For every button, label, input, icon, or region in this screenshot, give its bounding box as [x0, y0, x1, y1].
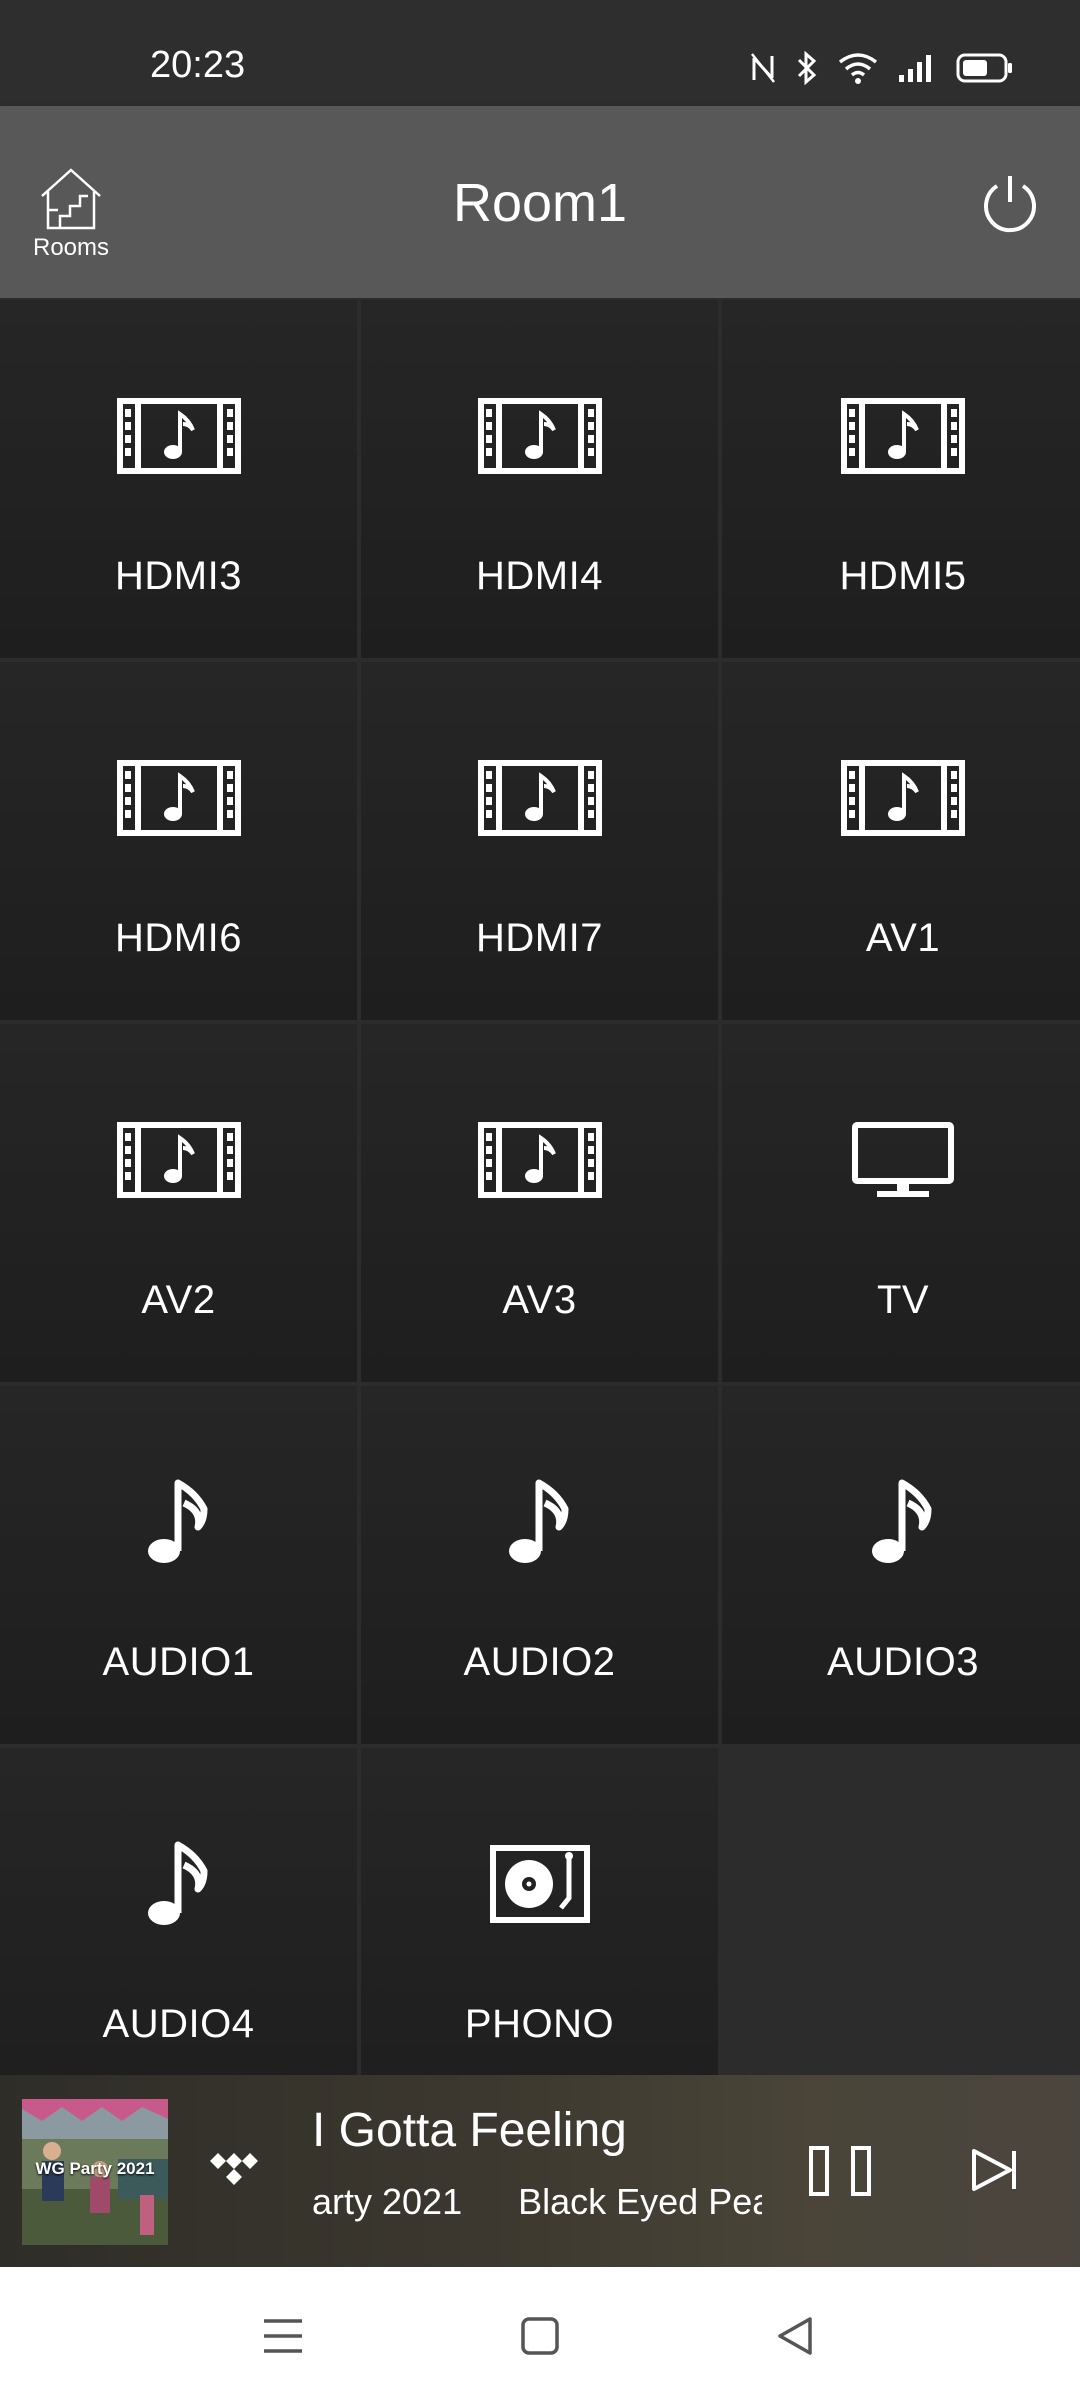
- video-music-icon: [841, 760, 965, 836]
- input-label: HDMI6: [115, 916, 242, 960]
- music-note-icon: [147, 1841, 207, 1925]
- album-name: arty 2021: [312, 2181, 463, 2222]
- input-label: HDMI7: [476, 916, 603, 960]
- video-music-icon: [477, 760, 602, 836]
- input-tile-audio3[interactable]: AUDIO3: [722, 1386, 1080, 1744]
- album-art-text: WG Party 2021: [35, 2159, 155, 2178]
- pause-icon: [809, 2146, 871, 2196]
- input-label: AUDIO3: [827, 1640, 979, 1684]
- artist-name: Black Eyed Pea: [518, 2181, 762, 2222]
- tile-icon-wrap: [361, 748, 718, 848]
- input-tile-hdmi4[interactable]: HDMI4: [361, 300, 718, 658]
- tv-icon: [852, 1122, 954, 1197]
- album-art[interactable]: WG Party 2021: [22, 2099, 168, 2245]
- empty-tile: [722, 1748, 1080, 2106]
- tile-icon-wrap: [361, 1110, 718, 1210]
- video-music-icon: [477, 398, 602, 474]
- tile-icon-wrap: [722, 1110, 1080, 1210]
- now-playing-bar[interactable]: WG Party 2021 I Gotta Feeling arty 2021 B…: [0, 2075, 1080, 2267]
- input-label: AV2: [141, 1278, 216, 1322]
- input-label: HDMI5: [839, 554, 967, 598]
- input-tile-tv[interactable]: TV: [722, 1024, 1080, 1382]
- input-label: TV: [876, 1278, 930, 1322]
- music-note-icon: [872, 1479, 932, 1563]
- tidal-icon: [208, 2145, 272, 2195]
- status-time: 20:23: [150, 44, 246, 86]
- song-subtitle: arty 2021 Black Eyed Pea: [312, 2181, 762, 2223]
- app-bar: Rooms Room1: [0, 106, 1080, 298]
- input-tile-hdmi6[interactable]: HDMI6: [0, 662, 357, 1020]
- tile-icon-wrap: [361, 1472, 718, 1572]
- tile-icon-wrap: [722, 1472, 1080, 1572]
- power-icon: [984, 176, 1036, 233]
- nfc-off-icon: [751, 53, 775, 83]
- battery-icon: [956, 53, 1012, 83]
- input-label: HDMI3: [115, 554, 242, 598]
- video-music-icon: [841, 398, 965, 474]
- tile-icon-wrap: [0, 1110, 357, 1210]
- input-label: AUDIO1: [102, 1640, 255, 1684]
- input-tile-audio2[interactable]: AUDIO2: [361, 1386, 718, 1744]
- rooms-label: Rooms: [32, 234, 110, 261]
- back-triangle-icon: [778, 2317, 812, 2355]
- music-note-icon: [147, 1479, 207, 1563]
- tile-icon-wrap: [0, 1834, 357, 1934]
- input-label: AUDIO2: [463, 1640, 616, 1684]
- system-nav-bar: [0, 2267, 1080, 2400]
- signal-icon: [899, 55, 931, 82]
- turntable-icon: [489, 1845, 590, 1923]
- back-button[interactable]: [772, 2311, 822, 2361]
- video-music-icon: [116, 398, 241, 474]
- music-note-icon: [508, 1479, 568, 1563]
- input-label: PHONO: [464, 2002, 615, 2046]
- input-label: AUDIO4: [102, 2002, 255, 2046]
- input-tile-hdmi5[interactable]: HDMI5: [722, 300, 1080, 658]
- recents-button[interactable]: [258, 2311, 308, 2361]
- input-tile-hdmi7[interactable]: HDMI7: [361, 662, 718, 1020]
- input-tile-hdmi3[interactable]: HDMI3: [0, 300, 357, 658]
- pause-button[interactable]: [808, 2145, 872, 2197]
- tile-icon-wrap: [722, 748, 1080, 848]
- input-tile-phono[interactable]: PHONO: [361, 1748, 718, 2106]
- page-title: Room1: [452, 173, 628, 233]
- bluetooth-icon: [797, 51, 817, 85]
- status-icons: [750, 48, 1014, 88]
- menu-icon: [264, 2319, 302, 2353]
- input-tile-audio1[interactable]: AUDIO1: [0, 1386, 357, 1744]
- skip-next-icon: [972, 2149, 1016, 2191]
- input-grid: HDMI3 HDMI4 HDMI5 HDMI6 HDMI7 AV1 AV2 AV…: [0, 298, 1080, 2106]
- tile-icon-wrap: [0, 386, 357, 486]
- next-track-button[interactable]: [970, 2145, 1022, 2195]
- home-button[interactable]: [515, 2311, 565, 2361]
- tile-icon-wrap: [722, 386, 1080, 486]
- input-tile-av1[interactable]: AV1: [722, 662, 1080, 1020]
- input-label: HDMI4: [476, 554, 603, 598]
- tile-icon-wrap: [0, 1472, 357, 1572]
- status-bar: 20:23: [0, 0, 1080, 106]
- input-tile-audio4[interactable]: AUDIO4: [0, 1748, 357, 2106]
- tile-icon-wrap: [361, 386, 718, 486]
- home-square-icon: [521, 2317, 559, 2355]
- song-title: I Gotta Feeling: [312, 2104, 627, 2157]
- video-music-icon: [116, 1122, 241, 1198]
- video-music-icon: [477, 1122, 602, 1198]
- wifi-icon: [838, 53, 878, 84]
- input-tile-av2[interactable]: AV2: [0, 1024, 357, 1382]
- tile-icon-wrap: [361, 1834, 718, 1934]
- input-label: AV1: [865, 916, 941, 960]
- tile-icon-wrap: [0, 748, 357, 848]
- video-music-icon: [116, 760, 241, 836]
- input-tile-av3[interactable]: AV3: [361, 1024, 718, 1382]
- input-label: AV3: [502, 1278, 577, 1322]
- power-button[interactable]: [978, 172, 1042, 236]
